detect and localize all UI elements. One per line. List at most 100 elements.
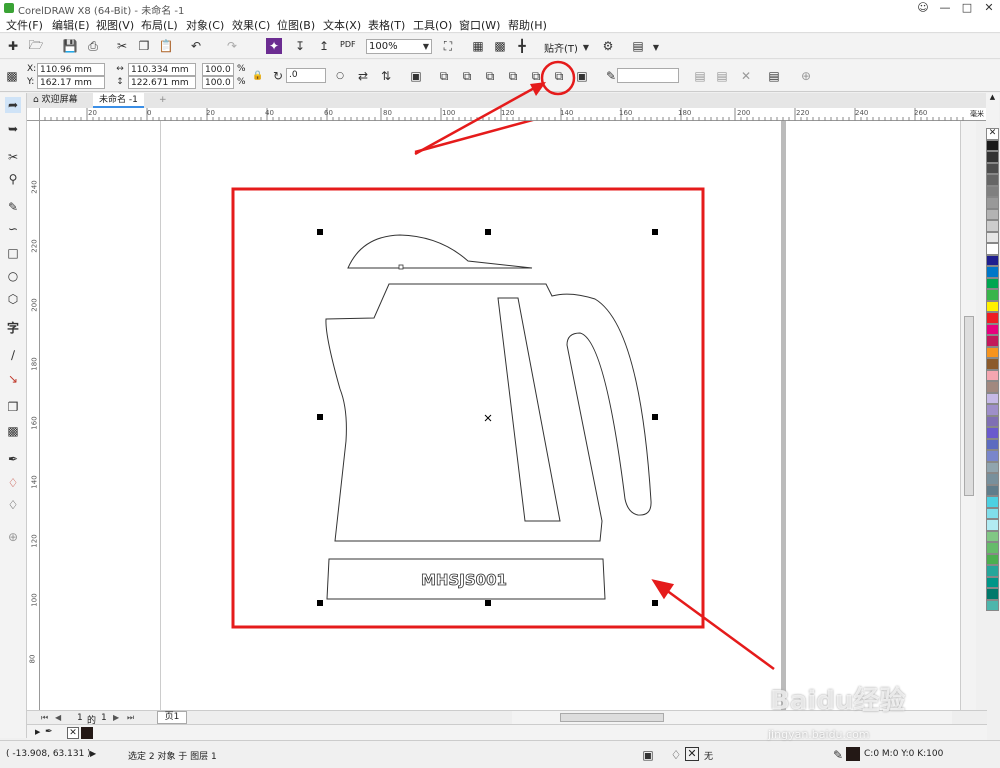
- color-swatch[interactable]: [986, 185, 999, 197]
- handle-bottom-left[interactable]: [317, 600, 323, 606]
- minimize-button[interactable]: —: [934, 0, 956, 16]
- save-icon[interactable]: 💾: [62, 38, 78, 54]
- color-swatch[interactable]: [986, 576, 999, 588]
- color-swatch[interactable]: [986, 197, 999, 209]
- menu-edit[interactable]: 编辑(E): [52, 17, 90, 33]
- color-swatch[interactable]: [986, 450, 999, 462]
- handle-left[interactable]: [317, 414, 323, 420]
- connector-tool-icon[interactable]: ↘: [5, 371, 21, 387]
- menu-effects[interactable]: 效果(C): [232, 17, 270, 33]
- color-swatch[interactable]: [986, 277, 999, 289]
- close-button[interactable]: ✕: [978, 0, 1000, 16]
- snap-to-menu[interactable]: 贴齐(T): [544, 40, 578, 55]
- color-swatch[interactable]: [986, 139, 999, 151]
- scale-x-field[interactable]: 100.0: [202, 63, 234, 76]
- handle-top-right[interactable]: [652, 229, 658, 235]
- polygon-tool-icon[interactable]: ⬡: [5, 291, 21, 307]
- page-nav-prev-icon[interactable]: ◀: [55, 713, 61, 722]
- undo-icon[interactable]: ↶: [188, 38, 204, 54]
- page-nav-first-icon[interactable]: ⏮: [41, 713, 48, 723]
- color-swatch[interactable]: [986, 231, 999, 243]
- eyedropper-small-icon[interactable]: ✒: [45, 727, 53, 737]
- add-tool-icon[interactable]: ⊕: [5, 529, 21, 545]
- menu-file[interactable]: 文件(F): [6, 17, 43, 33]
- color-swatch[interactable]: [986, 151, 999, 163]
- new-tab-icon[interactable]: +: [153, 93, 173, 108]
- redo-icon[interactable]: ↷: [224, 38, 240, 54]
- page-tab[interactable]: 页1: [157, 711, 187, 724]
- launcher-dropdown-icon[interactable]: ▼: [648, 39, 664, 55]
- menu-layout[interactable]: 布局(L): [141, 17, 178, 33]
- menu-bitmaps[interactable]: 位图(B): [277, 17, 315, 33]
- pick-tool-icon[interactable]: ➦: [5, 97, 21, 113]
- status-expand-icon[interactable]: ▶: [90, 749, 96, 758]
- color-swatch[interactable]: [986, 415, 999, 427]
- color-swatch[interactable]: [986, 461, 999, 473]
- color-swatch[interactable]: [986, 312, 999, 324]
- handle-bottom-right[interactable]: [652, 600, 658, 606]
- color-swatch[interactable]: [986, 507, 999, 519]
- ungroup-icon[interactable]: ▤: [714, 68, 730, 84]
- color-swatch[interactable]: [986, 473, 999, 485]
- color-swatch[interactable]: [986, 553, 999, 565]
- new-icon[interactable]: ✚: [5, 38, 21, 54]
- lock-ratio-icon[interactable]: 🔒: [250, 68, 266, 84]
- color-swatch[interactable]: [986, 530, 999, 542]
- cut-icon[interactable]: ✂: [114, 38, 130, 54]
- color-swatch[interactable]: [986, 599, 999, 611]
- handle-top[interactable]: [485, 229, 491, 235]
- full-screen-icon[interactable]: ⛶: [440, 38, 456, 54]
- publish-pdf-icon[interactable]: PDF: [340, 40, 356, 49]
- fill-none-swatch[interactable]: ✕: [685, 747, 699, 761]
- outline-color-swatch[interactable]: [846, 747, 860, 761]
- object-origin-icon[interactable]: ▩: [4, 68, 20, 84]
- color-swatch[interactable]: [986, 496, 999, 508]
- menu-help[interactable]: 帮助(H): [508, 17, 547, 33]
- vertical-ruler[interactable]: 240 220 200 180 160 140 120 100 80: [27, 121, 40, 710]
- paste-icon[interactable]: 📋: [158, 38, 174, 54]
- eyedropper-icon[interactable]: ✒: [5, 451, 21, 467]
- color-swatch[interactable]: [986, 519, 999, 531]
- shape-tool-icon[interactable]: ➥: [5, 121, 21, 137]
- no-color-doc-swatch[interactable]: ✕: [67, 727, 79, 739]
- search-content-icon[interactable]: ✦: [266, 38, 282, 54]
- text-tool-icon[interactable]: 字: [5, 319, 21, 335]
- group-icon[interactable]: ▤: [692, 68, 708, 84]
- rotation-angle-field[interactable]: .0: [286, 68, 326, 83]
- no-color-swatch[interactable]: ✕: [986, 128, 999, 140]
- show-rulers-icon[interactable]: ▦: [470, 38, 486, 54]
- transparency-icon[interactable]: ▩: [5, 423, 21, 439]
- color-swatch[interactable]: [986, 381, 999, 393]
- handle-right[interactable]: [652, 414, 658, 420]
- height-field[interactable]: 122.671 mm: [128, 76, 196, 89]
- options-gear-icon[interactable]: ⚙: [600, 38, 616, 54]
- color-swatch[interactable]: [986, 427, 999, 439]
- rectangle-tool-icon[interactable]: □: [5, 245, 21, 261]
- smart-fill-icon[interactable]: ♢: [5, 497, 21, 513]
- color-swatch[interactable]: [986, 254, 999, 266]
- menu-table[interactable]: 表格(T): [368, 17, 405, 33]
- menu-object[interactable]: 对象(C): [186, 17, 224, 33]
- palette-scroll-up[interactable]: ▲: [986, 93, 999, 128]
- width-field[interactable]: 110.334 mm: [128, 63, 196, 76]
- menu-window[interactable]: 窗口(W): [459, 17, 500, 33]
- menu-view[interactable]: 视图(V): [96, 17, 134, 33]
- color-swatch[interactable]: [986, 220, 999, 232]
- horizontal-scroll-thumb[interactable]: [560, 713, 664, 722]
- color-swatch[interactable]: [986, 588, 999, 600]
- color-swatch[interactable]: [986, 162, 999, 174]
- color-swatch[interactable]: [986, 300, 999, 312]
- handle-bottom[interactable]: [485, 600, 491, 606]
- color-swatch[interactable]: [986, 542, 999, 554]
- color-swatch[interactable]: [986, 208, 999, 220]
- launcher-icon[interactable]: ▤: [630, 38, 646, 54]
- y-position-field[interactable]: 162.17 mm: [37, 76, 105, 89]
- color-swatch[interactable]: [986, 369, 999, 381]
- handle-top-left[interactable]: [317, 229, 323, 235]
- color-swatch[interactable]: [986, 289, 999, 301]
- show-guidelines-icon[interactable]: ╋: [514, 38, 530, 54]
- open-icon[interactable]: 🗁: [28, 38, 44, 54]
- color-swatch[interactable]: [986, 438, 999, 450]
- user-icon[interactable]: ☺: [912, 0, 934, 16]
- color-swatch[interactable]: [986, 358, 999, 370]
